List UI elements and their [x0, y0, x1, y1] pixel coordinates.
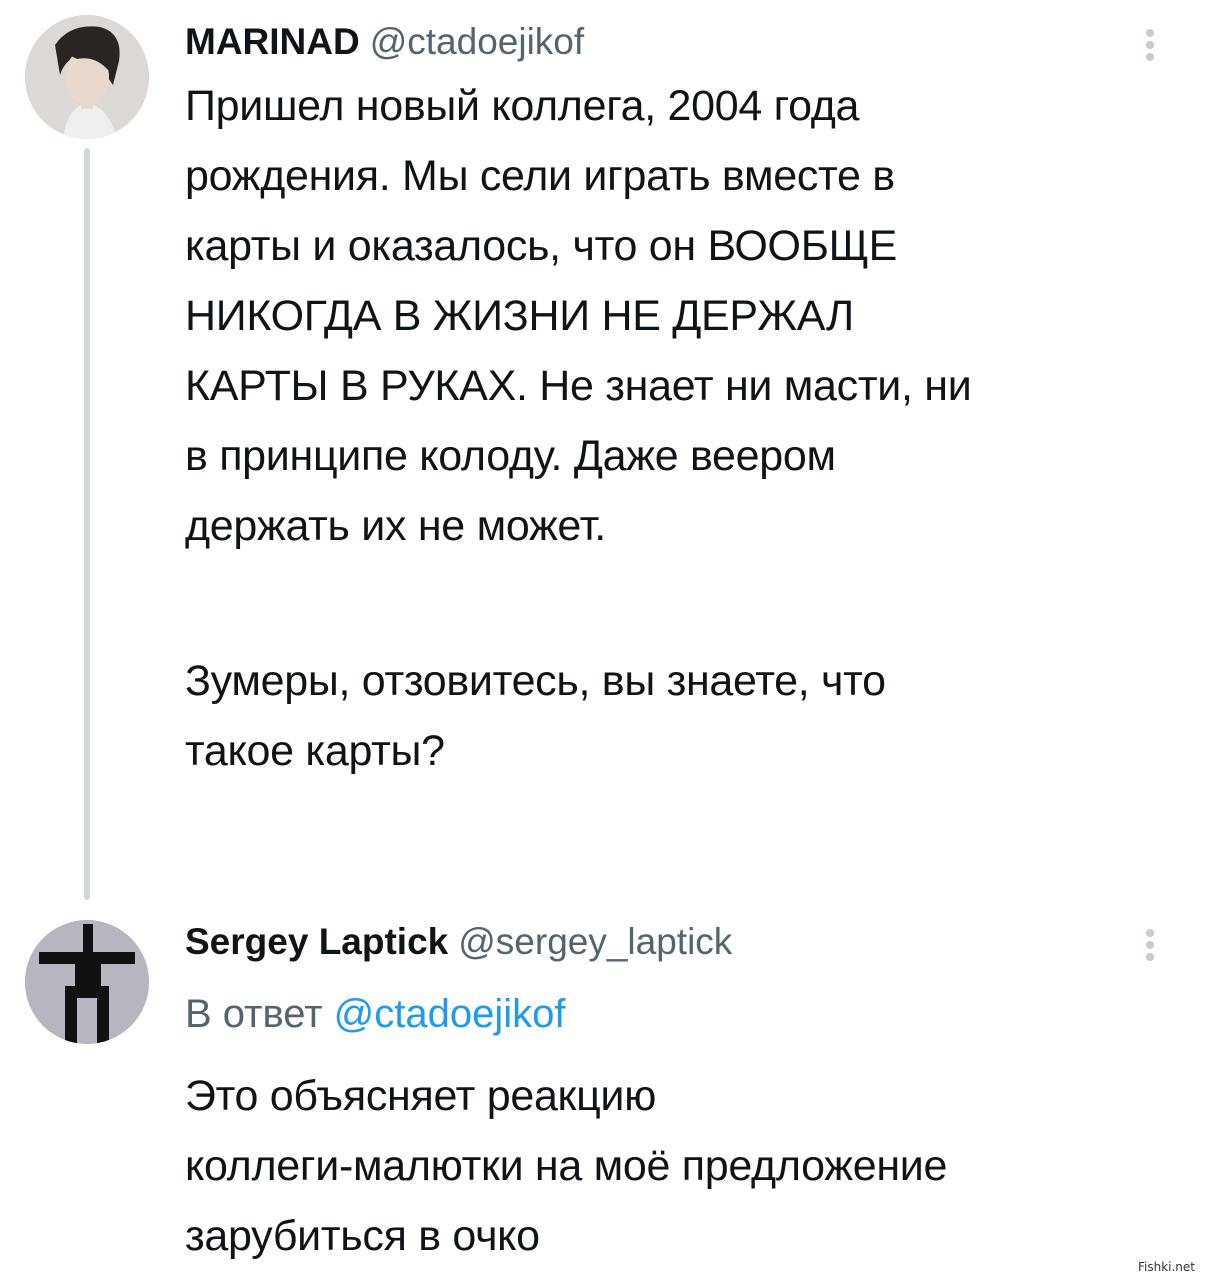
- tweet-line: рождения. Мы сели играть вместе в: [185, 152, 895, 200]
- tweet-body: Пришел новый коллега, 2004 года рождения…: [185, 71, 1175, 561]
- replying-to: В ответ @ctadoejikof: [185, 988, 566, 1040]
- avatar-sergey-laptick[interactable]: [25, 920, 149, 1044]
- replying-to-handle-link[interactable]: @ctadoejikof: [334, 992, 566, 1036]
- tweet-line: Пришел новый коллега, 2004 года: [185, 82, 860, 130]
- tweet-body-paragraph-2: Зумеры, отзовитесь, вы знаете, что такое…: [185, 646, 1175, 786]
- author-name[interactable]: MARINAD: [185, 21, 360, 62]
- more-options-icon[interactable]: [1146, 29, 1154, 61]
- tweet-line: КАРТЫ В РУКАХ. Не знает ни масти, ни: [185, 362, 972, 410]
- watermark: Fishki.net: [1137, 1260, 1195, 1274]
- avatar-symbol-image: [25, 920, 149, 1044]
- reply-header: Sergey Laptick @sergey_laptick: [185, 920, 732, 964]
- tweet-line: такое карты?: [185, 727, 445, 775]
- author-handle[interactable]: @sergey_laptick: [458, 921, 732, 962]
- tweet-header: MARINAD @ctadoejikof: [185, 20, 584, 64]
- author-name[interactable]: Sergey Laptick: [185, 921, 448, 962]
- tweet-line: карты и оказалось, что он ВООБЩЕ: [185, 222, 898, 270]
- tweet-line: коллеги-малютки на моё предложение: [185, 1142, 948, 1190]
- tweet-line: НИКОГДА В ЖИЗНИ НЕ ДЕРЖАЛ: [185, 292, 854, 340]
- avatar-marinad[interactable]: [25, 15, 149, 139]
- reply-body: Это объясняет реакцию коллеги-малютки на…: [185, 1061, 1175, 1271]
- thread-connector-line: [84, 148, 90, 900]
- tweet-line: Это объясняет реакцию: [185, 1072, 657, 1120]
- avatar-portrait-image: [25, 15, 149, 139]
- replying-to-label: В ответ: [185, 992, 323, 1036]
- tweet-line: Зумеры, отзовитесь, вы знаете, что: [185, 657, 886, 705]
- more-options-icon[interactable]: [1146, 929, 1154, 961]
- tweet-line: в принципе колоду. Даже веером: [185, 432, 836, 480]
- author-handle[interactable]: @ctadoejikof: [370, 21, 584, 62]
- tweet-line: зарубиться в очко: [185, 1212, 540, 1260]
- tweet-line: держать их не может.: [185, 502, 606, 550]
